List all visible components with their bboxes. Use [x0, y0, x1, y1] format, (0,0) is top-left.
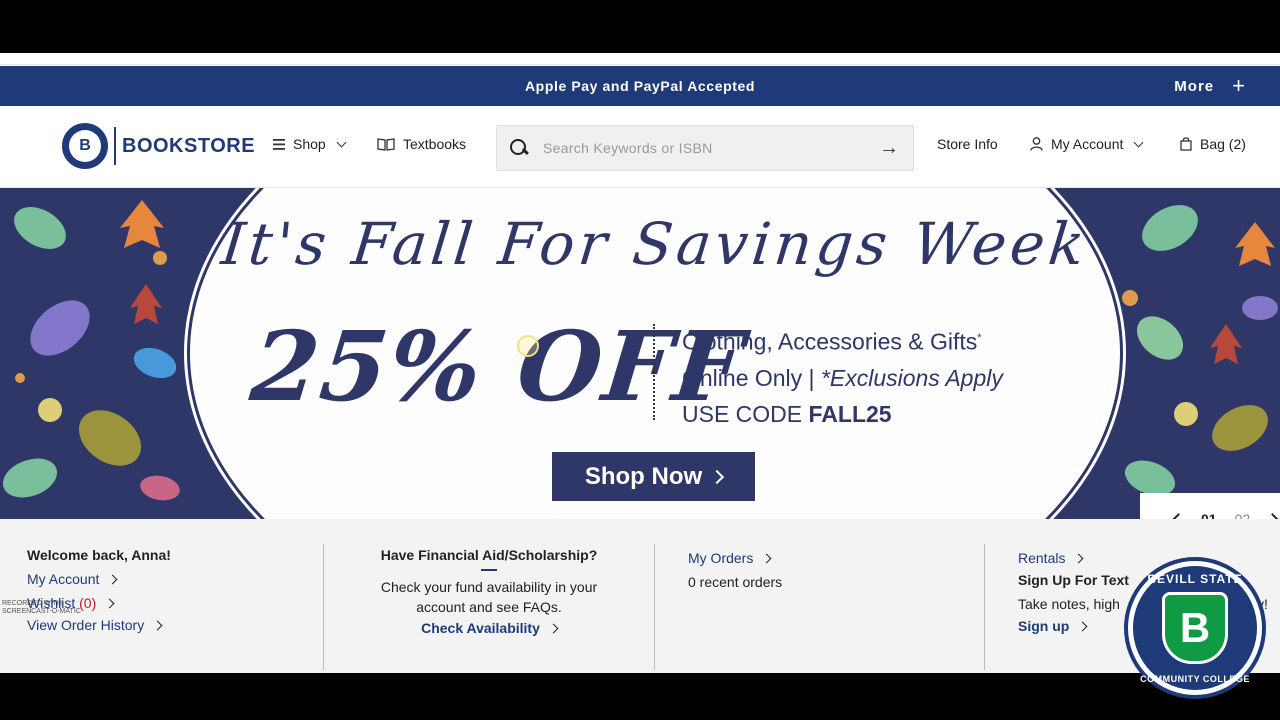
hero-exclusions: *Exclusions Apply [820, 364, 1003, 391]
recent-orders-count: 0 recent orders [688, 574, 783, 590]
hero-line-1-sup: * [977, 332, 982, 344]
nav-store-info[interactable]: Store Info [937, 136, 998, 152]
financial-aid-column: Have Financial Aid/Scholarship? Check yo… [325, 544, 653, 668]
wishlist-count: (0) [79, 595, 97, 611]
menu-icon [273, 138, 285, 150]
user-icon [1030, 137, 1043, 151]
hero-line-1-text: Clothing, Accessories & Gifts [682, 328, 978, 355]
hero-discount: 25% OFF [246, 310, 751, 423]
welcome-text: Welcome back, Anna! [27, 547, 171, 563]
more-button[interactable]: More + [1174, 66, 1246, 106]
more-label: More [1174, 77, 1215, 95]
rentals-label: Rentals [1018, 550, 1066, 566]
hero-line-2: Online Only | *Exclusions Apply [682, 360, 1003, 396]
financial-aid-text-1: Check your fund availability in your [380, 579, 598, 595]
seal-shield-glyph: B [1179, 604, 1211, 651]
top-strip [0, 53, 1280, 65]
plus-icon: + [1232, 73, 1246, 98]
book-icon [377, 137, 395, 151]
screencast-watermark: RECORDED WITH SCREENCAST-O-MATIC [2, 600, 81, 616]
nav-my-account-label: My Account [1051, 136, 1124, 152]
site-header: B BOOKSTORE Shop Textbooks → Store Info … [0, 106, 1280, 188]
column-divider [323, 544, 324, 670]
nav-bag-label: Bag (2) [1200, 136, 1246, 152]
shop-now-button[interactable]: Shop Now [552, 452, 755, 501]
search-bar: → [496, 125, 914, 171]
title-accent [481, 569, 497, 571]
my-account-link[interactable]: My Account [27, 568, 118, 590]
seal-top-text: BEVILL STATE [1147, 572, 1243, 586]
seal-glyph: B [69, 130, 101, 162]
hero-promo-code: FALL25 [808, 400, 892, 427]
logo-divider [114, 127, 116, 165]
financial-aid-text-2: account and see FAQs. [416, 599, 562, 615]
column-divider [654, 544, 655, 670]
chevron-right-icon [710, 469, 725, 484]
chevron-right-icon [107, 574, 118, 584]
chevron-right-icon [1074, 553, 1084, 563]
chevron-right-icon [152, 620, 163, 630]
my-orders-label: My Orders [688, 550, 754, 566]
hero-title: It's Fall For Savings Week [218, 210, 1092, 278]
promo-text: Apple Pay and PayPal Accepted [524, 78, 756, 94]
chevron-right-icon [104, 598, 115, 608]
financial-aid-title: Have Financial Aid/Scholarship? [380, 547, 598, 563]
search-input[interactable] [543, 140, 879, 156]
order-history-link[interactable]: View Order History [27, 614, 163, 636]
cursor-highlight [517, 335, 539, 357]
chevron-down-icon [336, 137, 347, 147]
hero-code-label: USE CODE [682, 400, 809, 427]
chevron-down-icon [1133, 137, 1144, 147]
shield-icon: B [1162, 592, 1228, 664]
chevron-right-icon [1077, 621, 1088, 631]
nav-store-info-label: Store Info [937, 136, 998, 152]
sign-up-link[interactable]: Sign up [1018, 615, 1088, 637]
order-history-label: View Order History [27, 617, 145, 633]
text-signup-desc-text: Take notes, high [1018, 596, 1120, 612]
account-info-strip: Welcome back, Anna! My Account Wishlist … [0, 519, 1280, 673]
sign-up-label: Sign up [1018, 618, 1070, 634]
check-availability-link[interactable]: Check Availability [421, 617, 559, 639]
nav-shop-label: Shop [293, 136, 326, 152]
promo-bar: Apple Pay and PayPal Accepted More + [0, 66, 1280, 106]
hero-line-2-text: Online Only | [682, 364, 821, 391]
hero-separator [653, 324, 655, 420]
bookstore-logo[interactable]: B BOOKSTORE [62, 123, 255, 169]
seal-ring: BEVILL STATE B COMMUNITY COLLEGE [1133, 566, 1257, 690]
my-orders-link[interactable]: My Orders [688, 547, 772, 569]
search-submit-arrow-icon[interactable]: → [879, 137, 899, 160]
nav-textbooks-label: Textbooks [403, 136, 467, 152]
nav-shop[interactable]: Shop [273, 136, 347, 152]
nav-bag[interactable]: Bag (2) [1180, 136, 1246, 152]
hero-line-1: Clothing, Accessories & Gifts* [682, 320, 1003, 360]
check-availability-label: Check Availability [421, 620, 540, 636]
hero-banner[interactable]: It's Fall For Savings Week 25% OFF Cloth… [0, 188, 1280, 519]
chevron-right-icon [761, 553, 772, 563]
college-seal-logo: BEVILL STATE B COMMUNITY COLLEGE [1124, 557, 1266, 699]
watermark-line-1: RECORDED WITH [2, 600, 62, 607]
nav-textbooks[interactable]: Textbooks [377, 136, 466, 152]
orders-column: My Orders 0 recent orders [688, 547, 968, 671]
bag-icon [1180, 137, 1192, 151]
column-divider [984, 544, 985, 670]
college-seal-icon: B [62, 123, 108, 169]
browser-viewport: Apple Pay and PayPal Accepted More + B B… [0, 53, 1280, 673]
chevron-right-icon [548, 623, 559, 633]
shop-now-label: Shop Now [584, 462, 703, 490]
rentals-link[interactable]: Rentals [1018, 547, 1084, 569]
hero-line-3: USE CODE FALL25 [682, 396, 1003, 432]
hero-details: Clothing, Accessories & Gifts* Online On… [682, 320, 1003, 432]
logo-text: BOOKSTORE [122, 134, 256, 157]
my-account-link-label: My Account [27, 571, 100, 587]
watermark-line-2: SCREENCAST-O-MATIC [2, 608, 81, 615]
seal-bottom-text: COMMUNITY COLLEGE [1140, 674, 1250, 684]
search-icon[interactable] [509, 138, 529, 158]
nav-my-account[interactable]: My Account [1030, 136, 1144, 152]
